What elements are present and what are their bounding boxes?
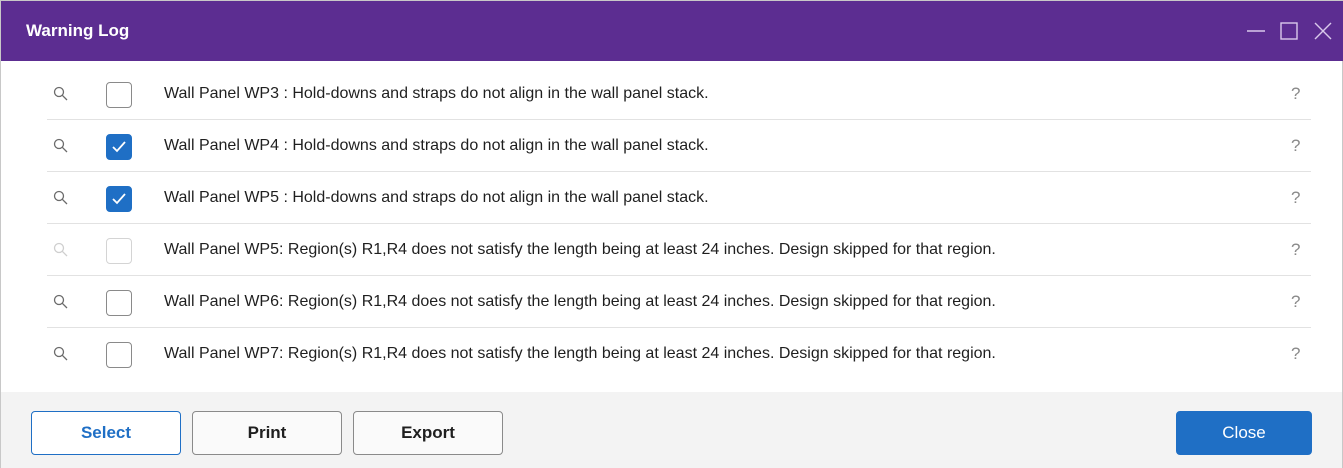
warning-row: Wall Panel WP3 : Hold-downs and straps d… [47, 68, 1311, 120]
help-icon[interactable]: ? [1291, 224, 1300, 276]
warning-message: Wall Panel WP5: Region(s) R1,R4 does not… [164, 241, 996, 258]
warning-list: Wall Panel WP3 : Hold-downs and straps d… [1, 68, 1343, 380]
warning-checkbox[interactable] [106, 342, 132, 368]
window-title: Warning Log [26, 21, 130, 40]
warning-log-window: Warning Log Wall Panel WP3 : Hold-downs … [0, 0, 1343, 468]
warning-row: Wall Panel WP6: Region(s) R1,R4 does not… [47, 276, 1311, 328]
zoom-to-icon[interactable] [52, 293, 70, 311]
warning-row: Wall Panel WP4 : Hold-downs and straps d… [47, 120, 1311, 172]
export-button[interactable]: Export [353, 411, 503, 455]
zoom-to-icon[interactable] [52, 345, 70, 363]
warning-checkbox[interactable] [106, 82, 132, 108]
zoom-to-icon[interactable] [52, 85, 70, 103]
warning-message: Wall Panel WP5 : Hold-downs and straps d… [164, 189, 709, 206]
warning-message: Wall Panel WP7: Region(s) R1,R4 does not… [164, 345, 996, 362]
warning-row: Wall Panel WP5 : Hold-downs and straps d… [47, 172, 1311, 224]
warning-message: Wall Panel WP3 : Hold-downs and straps d… [164, 85, 709, 102]
title-bar: Warning Log [1, 1, 1343, 61]
help-icon[interactable]: ? [1291, 328, 1300, 380]
warning-row: Wall Panel WP5: Region(s) R1,R4 does not… [47, 224, 1311, 276]
close-button[interactable]: Close [1176, 411, 1312, 455]
warning-checkbox[interactable] [106, 134, 132, 160]
help-icon[interactable]: ? [1291, 276, 1300, 328]
help-icon[interactable]: ? [1291, 68, 1300, 120]
print-button[interactable]: Print [192, 411, 342, 455]
help-icon[interactable]: ? [1291, 172, 1300, 224]
minimize-icon[interactable] [1244, 19, 1268, 43]
warning-message: Wall Panel WP4 : Hold-downs and straps d… [164, 137, 709, 154]
warning-checkbox[interactable] [106, 290, 132, 316]
warning-checkbox [106, 238, 132, 264]
zoom-to-icon[interactable] [52, 137, 70, 155]
warning-checkbox[interactable] [106, 186, 132, 212]
close-icon[interactable] [1311, 19, 1335, 43]
dialog-footer: Select Print Export Close [1, 392, 1342, 468]
warning-row: Wall Panel WP7: Region(s) R1,R4 does not… [47, 328, 1311, 380]
help-icon[interactable]: ? [1291, 120, 1300, 172]
zoom-to-icon[interactable] [52, 189, 70, 207]
select-button[interactable]: Select [31, 411, 181, 455]
maximize-icon[interactable] [1277, 19, 1301, 43]
warning-message: Wall Panel WP6: Region(s) R1,R4 does not… [164, 293, 996, 310]
zoom-to-icon [52, 241, 70, 259]
